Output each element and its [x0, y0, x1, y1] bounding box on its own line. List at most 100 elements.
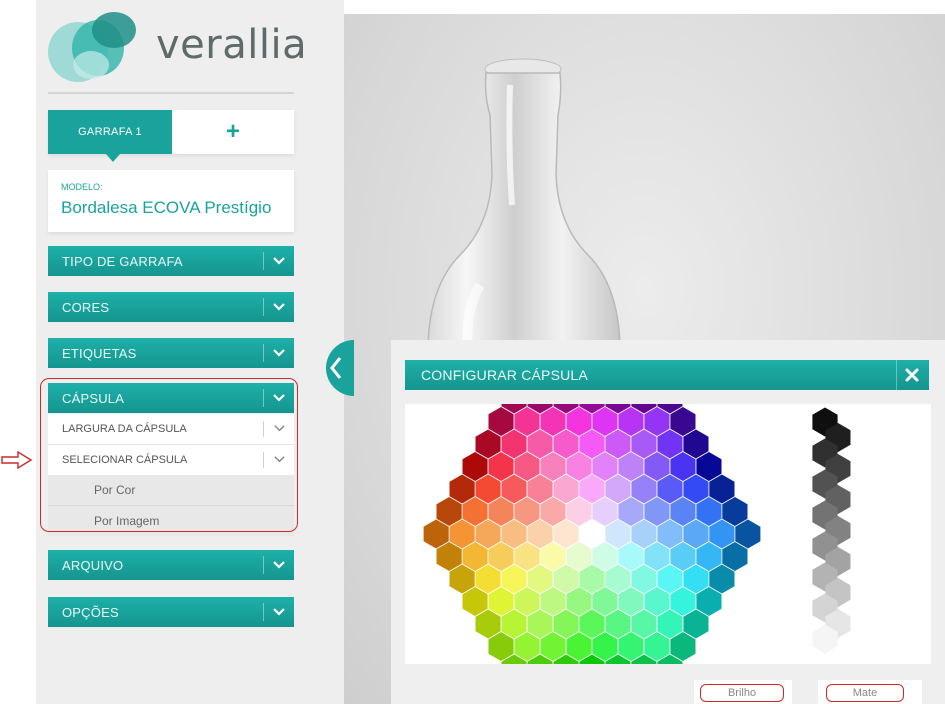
color-swatch[interactable]	[579, 474, 605, 504]
color-swatch[interactable]	[618, 497, 644, 526]
color-swatch[interactable]	[540, 497, 566, 526]
color-swatch[interactable]	[436, 497, 462, 526]
color-swatch[interactable]	[501, 429, 527, 459]
color-swatch[interactable]	[696, 452, 722, 481]
color-swatch[interactable]	[579, 609, 605, 639]
color-swatch[interactable]	[514, 632, 540, 661]
color-swatch[interactable]	[644, 407, 670, 436]
color-swatch[interactable]	[449, 564, 475, 594]
color-swatch[interactable]	[605, 519, 631, 549]
color-swatch[interactable]	[683, 519, 709, 549]
color-swatch[interactable]	[670, 587, 696, 616]
color-swatch[interactable]	[566, 497, 592, 526]
color-swatch[interactable]	[527, 519, 553, 549]
color-swatch[interactable]	[709, 519, 735, 549]
color-swatch[interactable]	[449, 474, 475, 504]
color-swatch[interactable]	[592, 632, 618, 661]
color-swatch[interactable]	[475, 474, 501, 504]
color-swatch[interactable]	[670, 632, 696, 661]
color-swatch[interactable]	[592, 452, 618, 481]
section-etiquetas[interactable]: ETIQUETAS	[48, 338, 294, 368]
color-swatch[interactable]	[566, 587, 592, 616]
color-swatch[interactable]	[670, 542, 696, 571]
section-arquivo[interactable]: ARQUIVO	[48, 550, 294, 580]
color-swatch[interactable]	[462, 452, 488, 481]
color-swatch[interactable]	[527, 429, 553, 459]
color-swatch[interactable]	[527, 474, 553, 504]
color-swatch[interactable]	[475, 609, 501, 639]
color-swatch[interactable]	[501, 609, 527, 639]
color-swatch[interactable]	[592, 407, 618, 436]
close-icon[interactable]	[903, 366, 921, 384]
color-swatch[interactable]	[579, 519, 605, 549]
collapse-panel-button[interactable]	[314, 340, 354, 396]
color-swatch[interactable]	[592, 497, 618, 526]
color-swatch[interactable]	[631, 429, 657, 459]
color-swatch[interactable]	[475, 564, 501, 594]
color-swatch[interactable]	[644, 632, 670, 661]
color-swatch[interactable]	[540, 542, 566, 571]
color-swatch[interactable]	[540, 452, 566, 481]
color-swatch[interactable]	[722, 542, 748, 571]
color-swatch[interactable]	[488, 407, 514, 436]
color-swatch[interactable]	[657, 609, 683, 639]
color-swatch[interactable]	[683, 474, 709, 504]
color-swatch[interactable]	[566, 452, 592, 481]
color-swatch[interactable]	[540, 632, 566, 661]
color-swatch[interactable]	[514, 407, 540, 436]
color-swatch[interactable]	[566, 407, 592, 436]
color-swatch[interactable]	[553, 519, 579, 549]
color-swatch[interactable]	[501, 564, 527, 594]
color-swatch[interactable]	[735, 519, 761, 549]
color-swatch[interactable]	[488, 497, 514, 526]
color-swatch[interactable]	[449, 519, 475, 549]
color-swatch[interactable]	[423, 519, 449, 549]
color-swatch[interactable]	[592, 542, 618, 571]
color-swatch[interactable]	[527, 564, 553, 594]
color-swatch[interactable]	[553, 609, 579, 639]
color-swatch[interactable]	[605, 564, 631, 594]
color-swatch[interactable]	[462, 587, 488, 616]
color-swatch[interactable]	[579, 564, 605, 594]
color-swatch[interactable]	[592, 587, 618, 616]
color-swatch[interactable]	[566, 542, 592, 571]
color-swatch[interactable]	[657, 474, 683, 504]
color-swatch[interactable]	[618, 452, 644, 481]
color-swatch[interactable]	[540, 587, 566, 616]
color-swatch[interactable]	[514, 587, 540, 616]
color-swatch[interactable]	[553, 429, 579, 459]
color-swatch[interactable]	[644, 542, 670, 571]
color-swatch[interactable]	[488, 452, 514, 481]
section-cores[interactable]: CORES	[48, 292, 294, 322]
color-swatch[interactable]	[462, 497, 488, 526]
color-swatch[interactable]	[605, 609, 631, 639]
color-swatch[interactable]	[540, 407, 566, 436]
color-swatch[interactable]	[631, 474, 657, 504]
color-swatch[interactable]	[683, 609, 709, 639]
color-swatch[interactable]	[709, 474, 735, 504]
color-swatch[interactable]	[514, 452, 540, 481]
color-picker-hexagons[interactable]	[405, 404, 931, 664]
color-swatch[interactable]	[657, 564, 683, 594]
color-swatch[interactable]	[670, 497, 696, 526]
color-swatch[interactable]	[631, 519, 657, 549]
color-swatch[interactable]	[644, 497, 670, 526]
color-swatch[interactable]	[475, 429, 501, 459]
color-swatch[interactable]	[501, 474, 527, 504]
color-swatch[interactable]	[462, 542, 488, 571]
color-swatch[interactable]	[696, 587, 722, 616]
color-swatch[interactable]	[514, 497, 540, 526]
finish-button-brilho[interactable]: Brilho	[700, 684, 784, 702]
color-swatch[interactable]	[475, 519, 501, 549]
color-swatch[interactable]	[553, 474, 579, 504]
color-swatch[interactable]	[683, 564, 709, 594]
color-swatch[interactable]	[436, 542, 462, 571]
color-swatch[interactable]	[670, 452, 696, 481]
color-swatch[interactable]	[566, 632, 592, 661]
finish-button-mate[interactable]: Mate	[826, 684, 904, 702]
color-swatch[interactable]	[618, 587, 644, 616]
color-swatch[interactable]	[618, 542, 644, 571]
color-swatch[interactable]	[670, 407, 696, 436]
section-opcoes[interactable]: OPÇÕES	[48, 597, 294, 627]
color-swatch[interactable]	[527, 609, 553, 639]
